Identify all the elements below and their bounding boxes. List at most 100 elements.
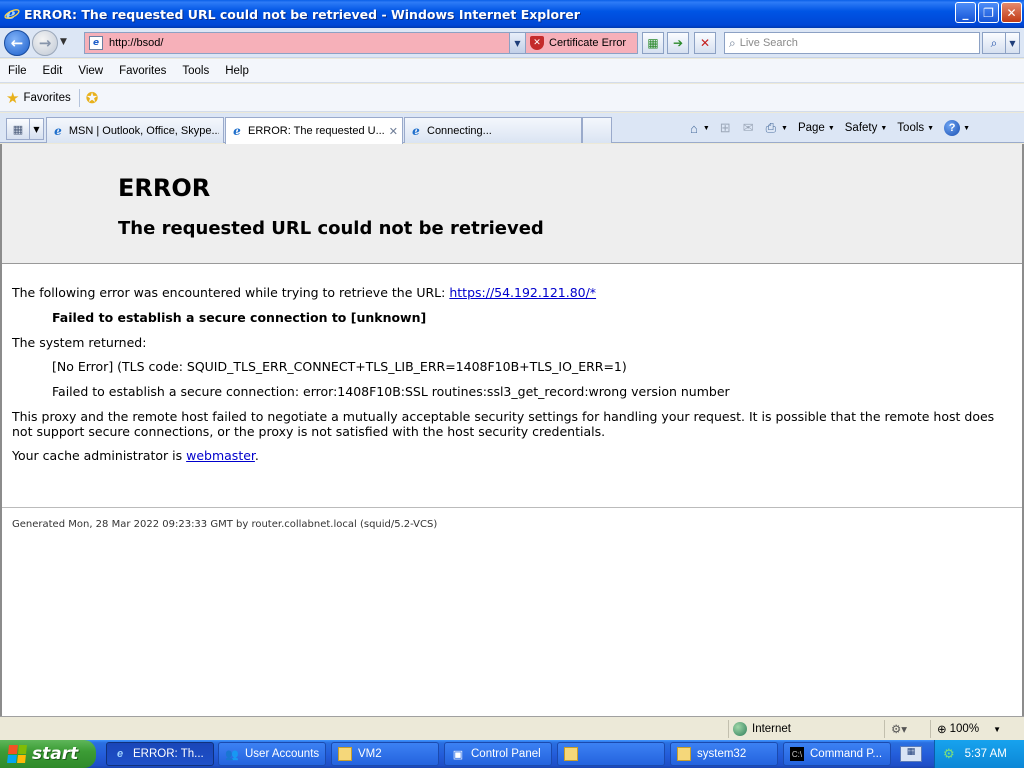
certificate-error-button[interactable]: ✕ Certificate Error <box>526 32 638 54</box>
taskbar-item-label: system32 <box>697 748 747 760</box>
menu-view[interactable]: View <box>70 65 111 77</box>
quick-tabs-button[interactable]: ▦ <box>6 118 30 140</box>
read-mail-button[interactable]: ✉ <box>743 120 756 136</box>
home-button[interactable]: ⌂ ▼ <box>690 121 710 136</box>
forward-button[interactable]: → <box>32 30 58 56</box>
certificate-error-label: Certificate Error <box>549 37 627 49</box>
start-label: start <box>32 744 79 764</box>
menu-edit[interactable]: Edit <box>35 65 71 77</box>
page-content: ERROR The requested URL could not be ret… <box>0 144 1024 716</box>
security-zone[interactable]: Internet <box>728 720 882 738</box>
search-placeholder[interactable]: Live Search <box>740 37 798 49</box>
error-header: ERROR The requested URL could not be ret… <box>2 144 1022 264</box>
address-url[interactable]: http://bsod/ <box>109 37 163 49</box>
refresh-button[interactable]: ➔ <box>667 32 689 54</box>
shield-icon: ✕ <box>530 36 544 50</box>
mail-icon: ✉ <box>742 120 754 135</box>
feeds-button[interactable]: ⊞ <box>720 120 733 136</box>
print-button[interactable]: ⎙ ▼ <box>766 120 788 136</box>
favorites-star-icon[interactable]: ★ <box>6 89 19 107</box>
home-icon: ⌂ <box>690 120 698 136</box>
safety-menu[interactable]: Safety ▼ <box>845 122 888 134</box>
taskbar-item-label: Control Panel <box>471 748 541 760</box>
zoom-level: 100% <box>949 723 980 735</box>
admin-paragraph: Your cache administrator is webmaster. <box>12 448 1012 464</box>
taskbar-folder[interactable] <box>557 742 665 766</box>
menu-favorites[interactable]: Favorites <box>111 65 174 77</box>
compatibility-view-button[interactable]: ▦ <box>642 32 664 54</box>
back-button[interactable]: ← <box>4 30 30 56</box>
taskbar-command-prompt[interactable]: C:\ Command P... <box>783 742 891 766</box>
page-menu[interactable]: Page ▼ <box>798 122 835 134</box>
ie-icon: e <box>116 748 124 760</box>
network-icon[interactable]: ⚙ <box>943 746 955 762</box>
menu-file[interactable]: File <box>0 65 35 77</box>
tab-close-icon[interactable]: ✕ <box>389 125 398 138</box>
taskbar-user-accounts[interactable]: 👥 User Accounts <box>218 742 326 766</box>
menu-help[interactable]: Help <box>217 65 257 77</box>
favorites-button[interactable]: Favorites <box>23 92 70 104</box>
keyboard-icon[interactable]: ▦ <box>900 746 922 762</box>
search-icon: ⌕ <box>729 35 736 50</box>
tools-menu-label: Tools <box>897 122 925 134</box>
system-tray: ⚙ 5:37 AM <box>934 740 1024 768</box>
clock[interactable]: 5:37 AM <box>965 748 1007 760</box>
search-box[interactable]: ⌕ Live Search <box>724 32 980 54</box>
tab-connecting[interactable]: e Connecting... <box>404 117 582 143</box>
taskbar-ie-error[interactable]: e ERROR: Th... <box>106 742 214 766</box>
help-icon: ? <box>944 120 961 136</box>
ssl-error-text: Failed to establish a secure connection:… <box>52 384 730 399</box>
protected-mode-toggle[interactable]: ⚙▾ <box>884 720 928 738</box>
menu-tools[interactable]: Tools <box>174 65 217 77</box>
footer-divider <box>2 507 1022 508</box>
tab-label: Connecting... <box>427 124 492 137</box>
tools-menu[interactable]: Tools ▼ <box>897 122 934 134</box>
admin-intro-text: Your cache administrator is <box>12 448 187 464</box>
search-options-dropdown[interactable]: ▼ <box>1006 32 1020 54</box>
favorites-separator <box>78 88 80 107</box>
error-body: The following error was encountered whil… <box>12 285 1012 474</box>
taskbar-system32[interactable]: system32 <box>670 742 778 766</box>
navigation-bar: ← → ▼ e http://bsod/ ▼ ✕ Certificate Err… <box>0 28 1024 58</box>
close-button[interactable]: ✕ <box>1001 2 1022 23</box>
rss-feed-icon: ⊞ <box>719 120 731 135</box>
ie-page-icon: e <box>233 124 241 138</box>
restore-button[interactable]: ❐ <box>978 2 999 23</box>
taskbar-control-panel[interactable]: ▣ Control Panel <box>444 742 552 766</box>
window-title: ERROR: The requested URL could not be re… <box>24 6 580 22</box>
tab-msn[interactable]: e MSN | Outlook, Office, Skype... <box>46 117 224 143</box>
webmaster-link[interactable]: webmaster <box>186 448 255 463</box>
zoom-control[interactable]: ⊕ 100% ▼ <box>930 720 1010 738</box>
folder-icon <box>677 747 691 761</box>
stop-button[interactable]: ✕ <box>694 32 716 54</box>
start-button[interactable]: start <box>0 740 96 768</box>
taskbar-item-label: ERROR: Th... <box>133 748 204 760</box>
add-favorites-icon[interactable]: ✪ <box>86 89 99 107</box>
zoom-dropdown-icon[interactable]: ▼ <box>993 725 1001 734</box>
safety-menu-label: Safety <box>844 122 878 134</box>
generated-footer: Generated Mon, 28 Mar 2022 09:23:33 GMT … <box>12 519 438 530</box>
help-menu[interactable]: ? ▼ <box>944 120 970 136</box>
new-tab-button[interactable] <box>582 117 612 143</box>
ie-page-icon: e <box>54 123 62 138</box>
tab-error[interactable]: e ERROR: The requested U... ✕ <box>225 117 403 144</box>
taskbar-item-label: VM2 <box>358 748 382 760</box>
taskbar-vm2[interactable]: VM2 <box>331 742 439 766</box>
failed-connection-text: Failed to establish a secure connection … <box>52 309 427 325</box>
tab-label: MSN | Outlook, Office, Skype... <box>68 124 219 137</box>
minimize-button[interactable]: _ <box>955 2 976 23</box>
forward-arrow-icon: → <box>38 34 52 52</box>
tab-list-dropdown[interactable]: ▼ <box>30 118 44 140</box>
page-icon: e <box>89 36 103 50</box>
history-dropdown[interactable]: ▼ <box>60 37 67 47</box>
user-accounts-icon: 👥 <box>225 748 239 761</box>
search-button[interactable]: ⌕ <box>982 32 1006 54</box>
url-paragraph: The following error was encountered whil… <box>12 285 1012 301</box>
taskbar-item-label: Command P... <box>810 748 883 760</box>
error-title: ERROR <box>118 174 211 202</box>
grid-icon: ▦ <box>12 122 24 136</box>
address-dropdown-icon[interactable]: ▼ <box>509 33 525 53</box>
failed-url-link[interactable]: https://54.192.121.80/* <box>449 285 596 300</box>
folder-icon <box>564 747 578 761</box>
address-bar[interactable]: e http://bsod/ ▼ <box>84 32 526 54</box>
